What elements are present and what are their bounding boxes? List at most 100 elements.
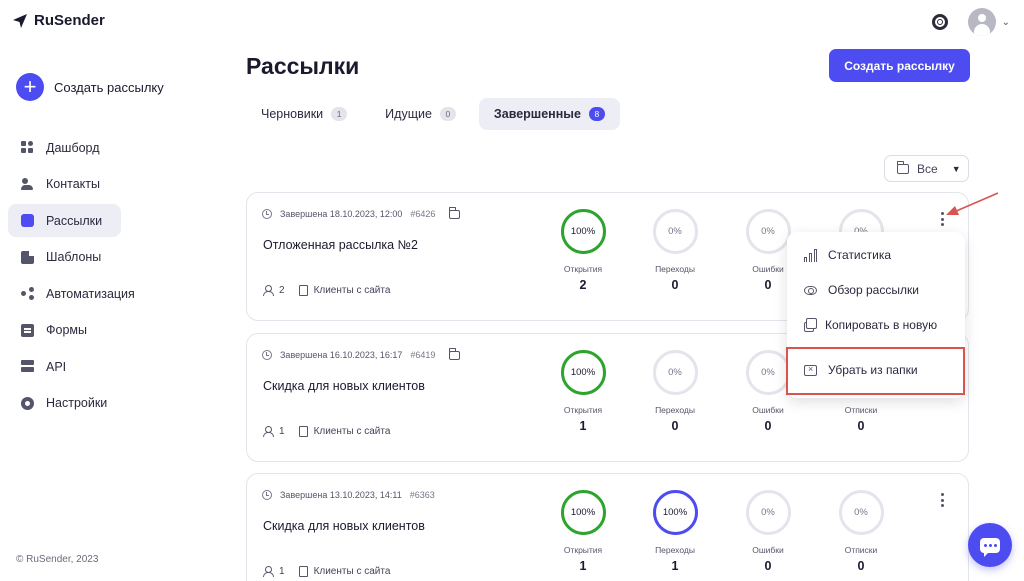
folder-icon[interactable] (449, 206, 461, 219)
folder-icon[interactable] (449, 347, 461, 360)
page-title: Рассылки (246, 53, 360, 79)
folder-filter-value: Все (917, 161, 938, 176)
card-title[interactable]: Скидка для новых клиентов (263, 379, 425, 393)
metric-value: 2 (579, 278, 587, 292)
progress-ring: 100% (560, 350, 606, 395)
contact-list-name: Клиенты с сайта (313, 426, 391, 437)
metric-errors: 0% Ошибки 0 (728, 490, 808, 573)
card-meta: Завершена 18.10.2023, 12:00 #6426 (262, 206, 461, 219)
sidebar-item-label: Контакты (46, 177, 100, 191)
logo[interactable]: RuSender (12, 12, 105, 29)
header-actions: ⌄ (931, 8, 1010, 36)
plus-icon: + (16, 73, 44, 101)
progress-ring: 0% (838, 490, 884, 535)
sidebar-item-dashboard[interactable]: Дашборд (8, 131, 121, 164)
card-title[interactable]: Скидка для новых клиентов (263, 519, 425, 533)
tab-count-badge: 8 (588, 107, 605, 121)
metric-label: Открытия (563, 405, 603, 415)
progress-ring: 100% (652, 490, 698, 535)
contacts-icon (21, 177, 34, 191)
logo-text: RuSender (34, 12, 105, 29)
progress-ring: 100% (560, 209, 606, 254)
mail-icon (21, 214, 34, 227)
sidebar-item-api[interactable]: API (8, 350, 121, 383)
card-id: #6363 (409, 490, 435, 500)
sidebar-item-label: Дашборд (46, 140, 100, 155)
menu-item-label: Копировать в новую (825, 318, 938, 332)
dashboard-icon (21, 141, 34, 154)
stats-icon (804, 248, 817, 262)
copy-icon (804, 317, 817, 332)
metric-value: 1 (579, 419, 587, 433)
progress-ring: 0% (745, 209, 791, 254)
person-icon (263, 566, 274, 577)
metric-value: 0 (764, 278, 772, 292)
chat-widget-button[interactable] (968, 523, 1012, 567)
recipient-count: 1 (279, 566, 285, 577)
help-icon[interactable] (931, 14, 948, 30)
progress-ring: 0% (745, 490, 791, 535)
eye-icon (804, 285, 817, 295)
progress-ring: 0% (652, 350, 698, 395)
menu-item-label: Обзор рассылки (828, 283, 919, 297)
chevron-down-icon[interactable]: ⌄ (1002, 17, 1010, 28)
metric-clicks: 0% Переходы 0 (635, 350, 715, 433)
metric-clicks: 0% Переходы 0 (635, 209, 715, 292)
card-meta: Завершена 13.10.2023, 14:11 #6363 (262, 490, 435, 500)
mailing-card[interactable]: Завершена 13.10.2023, 14:11 #6363 Скидка… (246, 473, 969, 581)
status-tabs: Черновики 1 Идущие 0 Завершенные 8 (246, 98, 620, 130)
metric-opens: 100% Открытия 1 (543, 490, 623, 573)
metric-opens: 100% Открытия 2 (543, 209, 623, 292)
recipient-count: 2 (279, 285, 285, 296)
sidebar-item-label: Шаблоны (46, 250, 102, 264)
sidebar-item-contacts[interactable]: Контакты (8, 168, 121, 201)
menu-item-preview[interactable]: Обзор рассылки (787, 273, 965, 307)
chat-icon (980, 537, 1000, 557)
menu-item-copy[interactable]: Копировать в новую (787, 308, 965, 342)
gear-icon (21, 396, 34, 410)
card-footer: 1 Клиенты с сайта (263, 566, 390, 577)
tab-count-badge: 0 (439, 107, 456, 121)
card-footer: 1 Клиенты с сайта (263, 426, 390, 437)
tab-running[interactable]: Идущие 0 (370, 98, 471, 130)
metric-unsubscribes: 0% Отписки 0 (821, 490, 901, 573)
card-title[interactable]: Отложенная рассылка №2 (263, 238, 418, 252)
card-footer: 2 Клиенты с сайта (263, 285, 390, 296)
metric-value: 1 (579, 559, 587, 573)
card-id: #6419 (410, 350, 436, 360)
chevron-down-icon: ▼ (951, 163, 961, 174)
tab-drafts[interactable]: Черновики 1 (246, 98, 362, 130)
metric-label: Переходы (655, 264, 695, 274)
tab-completed[interactable]: Завершенные 8 (478, 98, 620, 130)
more-options-icon[interactable] (939, 493, 945, 507)
folder-filter-select[interactable]: Все ▼ (884, 155, 969, 182)
annotation-arrow (946, 192, 999, 215)
tab-label: Черновики (261, 107, 324, 121)
paper-plane-icon (13, 13, 27, 28)
metric-label: Открытия (563, 264, 603, 274)
contact-list-name: Клиенты с сайта (313, 285, 391, 296)
automation-icon (21, 287, 34, 300)
sidebar-item-automation[interactable]: Автоматизация (8, 277, 135, 310)
sidebar-nav: Дашборд Контакты Рассылки Шаблоны Автома… (8, 131, 135, 423)
progress-ring: 0% (652, 209, 698, 254)
avatar[interactable] (967, 8, 996, 36)
metric-value: 0 (764, 419, 772, 433)
metric-clicks: 100% Переходы 1 (635, 490, 715, 573)
sidebar-item-settings[interactable]: Настройки (8, 387, 121, 420)
menu-item-statistics[interactable]: Статистика (787, 238, 965, 272)
progress-ring: 0% (745, 350, 791, 395)
document-icon (298, 566, 308, 577)
metric-value: 0 (857, 419, 865, 433)
card-status: Завершена 13.10.2023, 14:11 (280, 490, 402, 500)
sidebar-item-forms[interactable]: Формы (8, 314, 121, 347)
sidebar-item-mailings[interactable]: Рассылки (8, 204, 121, 237)
template-icon (21, 250, 34, 264)
metric-label: Открытия (563, 545, 603, 555)
sidebar-create-button[interactable]: + Создать рассылку (16, 73, 164, 101)
clock-icon (262, 490, 272, 500)
sidebar-item-templates[interactable]: Шаблоны (8, 241, 121, 274)
sidebar-create-label: Создать рассылку (54, 79, 164, 95)
create-mailing-button[interactable]: Создать рассылку (829, 49, 970, 82)
clock-icon (262, 350, 272, 360)
